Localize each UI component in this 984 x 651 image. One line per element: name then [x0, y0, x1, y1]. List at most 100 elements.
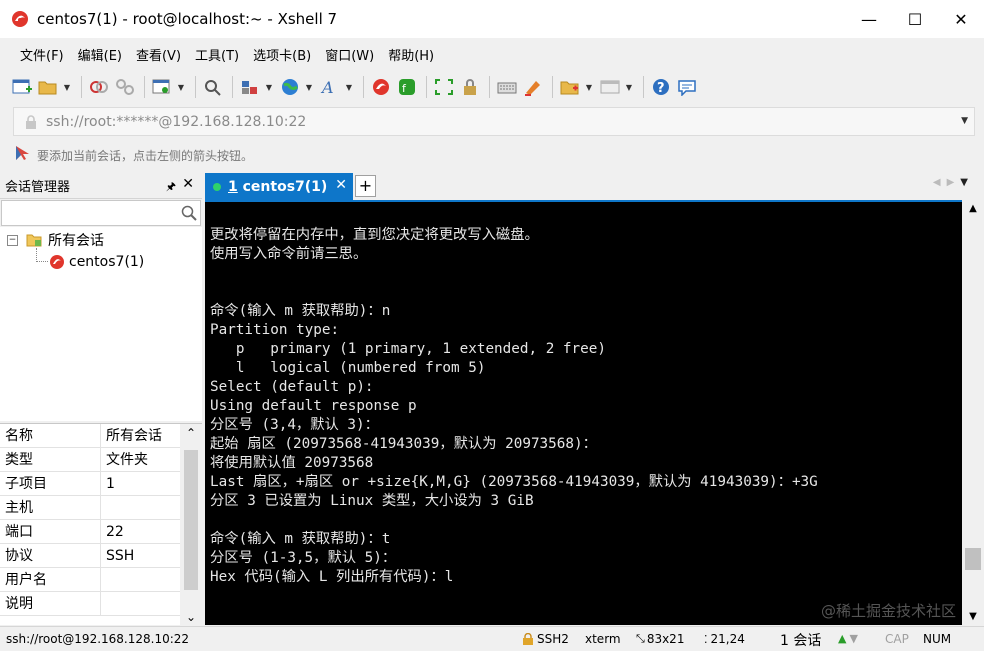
- transfer-dropdown-icon[interactable]: ▼: [584, 75, 594, 99]
- terminal-line: 分区号 (3,4，默认 3)：: [210, 417, 379, 433]
- property-key: 子项目: [0, 472, 101, 495]
- tab-list-dropdown-icon[interactable]: ▼: [960, 177, 974, 188]
- property-row: 说明: [0, 592, 180, 616]
- status-terminal-type: xterm: [585, 632, 621, 646]
- pin-icon[interactable]: 🖈: [166, 178, 176, 197]
- toolbar-separator: [489, 76, 490, 98]
- open-dropdown-icon[interactable]: ▼: [62, 75, 72, 99]
- address-lock-icon: [20, 114, 42, 129]
- help-icon[interactable]: ?: [649, 75, 673, 99]
- cursor-label: 21,24: [710, 632, 745, 646]
- address-dropdown-icon[interactable]: ▼: [961, 116, 968, 126]
- highlight-icon[interactable]: [521, 75, 545, 99]
- transfer-icon[interactable]: [558, 75, 582, 99]
- menu-file[interactable]: 文件(F): [20, 45, 64, 64]
- session-manager-title: 会话管理器: [5, 180, 71, 195]
- menu-edit[interactable]: 编辑(E): [78, 45, 122, 64]
- terminal-line: 命令(输入 m 获取帮助)：n: [210, 303, 391, 319]
- find-icon[interactable]: [201, 75, 225, 99]
- scroll-down-icon[interactable]: ▼: [962, 611, 984, 622]
- terminal-line: Select (default p):: [210, 379, 374, 395]
- title-bar[interactable]: centos7(1) - root@localhost:~ - Xshell 7…: [0, 0, 984, 38]
- search-icon[interactable]: [181, 205, 197, 225]
- scrollbar-thumb[interactable]: [184, 450, 198, 590]
- status-sessions: 1 会话: [780, 633, 822, 649]
- tree-item-all-sessions[interactable]: − 所有会话: [7, 230, 104, 250]
- scroll-up-icon[interactable]: ⌃: [180, 426, 202, 440]
- session-icon: [49, 254, 65, 270]
- terminal-output[interactable]: 更改将停留在内存中，直到您决定将更改写入磁盘。 使用写入命令前请三思。 命令(输…: [205, 200, 962, 625]
- address-bar[interactable]: ssh://root:******@192.168.128.10:22 ▼: [13, 107, 975, 136]
- new-session-icon[interactable]: [10, 75, 34, 99]
- maximize-button[interactable]: ☐: [892, 0, 938, 38]
- menu-tabs[interactable]: 选项卡(B): [253, 45, 311, 64]
- minimize-button[interactable]: —: [846, 0, 892, 38]
- tab-next-icon[interactable]: ▶: [947, 177, 961, 188]
- layout-icon[interactable]: [238, 75, 262, 99]
- svg-text:?: ?: [657, 81, 665, 96]
- scroll-down-icon[interactable]: ⌄: [180, 610, 202, 624]
- fullscreen-icon[interactable]: [432, 75, 456, 99]
- session-tree: − 所有会话 centos7(1): [0, 227, 202, 421]
- layout-dropdown-icon[interactable]: ▼: [264, 75, 274, 99]
- hint-text: 要添加当前会话，点击左侧的箭头按钮。: [37, 148, 254, 163]
- tree-item-centos7[interactable]: centos7(1): [49, 252, 144, 272]
- add-session-arrow-icon[interactable]: [13, 144, 31, 166]
- status-cap: CAP: [885, 632, 909, 646]
- properties-icon[interactable]: [150, 75, 174, 99]
- connected-status-icon: [213, 182, 221, 191]
- connect-icon[interactable]: [87, 75, 111, 99]
- property-row: 名称 所有会话: [0, 424, 180, 448]
- tab-centos7[interactable]: 1 centos7(1) ✕: [205, 173, 353, 200]
- menu-help[interactable]: 帮助(H): [388, 45, 434, 64]
- font-icon[interactable]: A: [318, 75, 342, 99]
- tab-label: 1 centos7(1): [228, 179, 327, 195]
- terminal-line: l logical (numbered from 5): [210, 360, 486, 376]
- lock-icon[interactable]: [458, 75, 482, 99]
- property-key: 主机: [0, 496, 101, 519]
- toolbar-separator: [232, 76, 233, 98]
- properties-scrollbar[interactable]: ⌃ ⌄: [180, 424, 202, 626]
- xshell-icon[interactable]: [369, 75, 393, 99]
- menu-view[interactable]: 查看(V): [136, 45, 181, 64]
- xftp-icon[interactable]: f: [395, 75, 419, 99]
- compose-dropdown-icon[interactable]: ▼: [624, 75, 634, 99]
- property-key: 用户名: [0, 568, 101, 591]
- toolbar-separator: [643, 76, 644, 98]
- status-bar: ssh://root@192.168.128.10:22 SSH2 xterm …: [0, 626, 984, 651]
- close-button[interactable]: ✕: [938, 0, 984, 38]
- terminal-line: 将使用默认值 20973568: [210, 455, 374, 471]
- disconnect-icon[interactable]: [113, 75, 137, 99]
- watermark: @稀土掘金技术社区: [820, 602, 956, 620]
- font-dropdown-icon[interactable]: ▼: [344, 75, 354, 99]
- menu-tools[interactable]: 工具(T): [195, 45, 239, 64]
- session-search-input[interactable]: [1, 200, 201, 226]
- window-title: centos7(1) - root@localhost:~ - Xshell 7: [37, 10, 338, 28]
- scrollbar-thumb[interactable]: [965, 548, 981, 570]
- open-folder-icon[interactable]: [36, 75, 60, 99]
- session-manager-close-icon[interactable]: ✕: [182, 176, 194, 192]
- property-value: [101, 496, 180, 519]
- compose-icon[interactable]: [598, 75, 622, 99]
- terminal-line: 更改将停留在内存中，直到您决定将更改写入磁盘。: [210, 227, 539, 243]
- tab-prev-icon[interactable]: ◀: [933, 177, 947, 188]
- property-row: 子项目 1: [0, 472, 180, 496]
- scroll-up-icon[interactable]: ▲: [962, 203, 984, 214]
- status-protocol: SSH2: [522, 632, 569, 646]
- keyboard-icon[interactable]: [495, 75, 519, 99]
- folder-icon: [26, 233, 42, 247]
- collapse-icon[interactable]: −: [7, 234, 18, 246]
- menu-bar: 文件(F) 编辑(E) 查看(V) 工具(T) 选项卡(B) 窗口(W) 帮助(…: [0, 41, 984, 67]
- session-properties: 名称 所有会话 类型 文件夹 子项目 1 主机 端口 22 协议 SSH 用户名 说明 ⌃…: [0, 423, 202, 626]
- size-icon: ⤡: [636, 632, 645, 645]
- menu-window[interactable]: 窗口(W): [325, 45, 374, 64]
- new-tab-button[interactable]: +: [355, 175, 376, 197]
- globe-icon[interactable]: [278, 75, 302, 99]
- globe-dropdown-icon[interactable]: ▼: [304, 75, 314, 99]
- tab-close-icon[interactable]: ✕: [335, 177, 347, 193]
- terminal-line: 使用写入命令前请三思。: [210, 246, 368, 262]
- terminal-scrollbar[interactable]: ▲ ▼: [962, 200, 984, 625]
- status-cursor: ⁚ 21,24: [704, 632, 745, 646]
- chat-icon[interactable]: [675, 75, 699, 99]
- properties-dropdown-icon[interactable]: ▼: [176, 75, 186, 99]
